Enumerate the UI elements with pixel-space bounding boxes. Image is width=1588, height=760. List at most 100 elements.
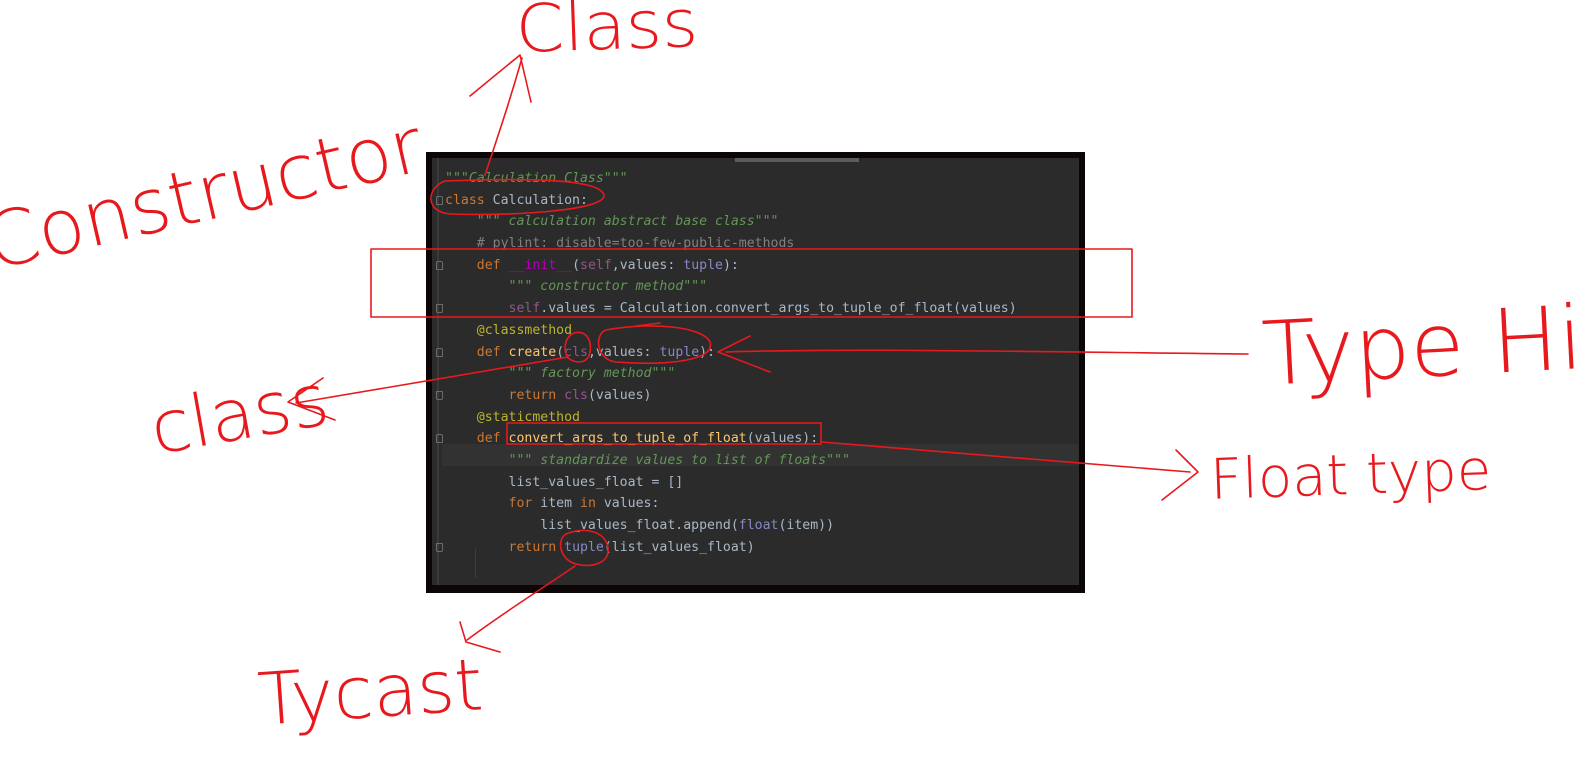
self-keyword: self <box>508 301 541 317</box>
fold-open-icon[interactable] <box>436 434 443 444</box>
call: list_values_float.append( <box>540 518 739 533</box>
code-line-6: """ constructor method""" <box>445 276 1017 298</box>
code-line-10: """ factory method""" <box>445 363 1017 385</box>
code-line-4: # pylint: disable=too-few-public-methods <box>445 233 1017 255</box>
code-line-18: return tuple(list_values_float) <box>436 537 1017 559</box>
fold-open-icon[interactable] <box>436 347 443 357</box>
docstring: """ constructor method""" <box>508 279 708 295</box>
keyword: in <box>580 496 596 512</box>
annotation-class-left: class <box>144 357 335 471</box>
statement: .values = Calculation.convert_args_to_tu… <box>540 301 1017 317</box>
function-name: create <box>508 344 557 360</box>
annotation-typecast: Tycast <box>255 642 486 742</box>
function-name: __init__ <box>508 257 573 273</box>
code-line-13: def convert_args_to_tuple_of_float(value… <box>436 428 1017 450</box>
annotation-class-top: Class <box>514 0 700 69</box>
code-line-2: class Calculation: <box>436 190 1017 212</box>
call-args: (item)) <box>778 518 835 533</box>
code-line-7: self.values = Calculation.convert_args_t… <box>436 298 1017 320</box>
code-line-15: list_values_float = [] <box>445 472 1017 494</box>
editor-pane: """Calculation Class""" class Calculatio… <box>432 158 1079 585</box>
params: (values): <box>746 431 819 447</box>
keyword: def <box>476 257 501 273</box>
cls-param: cls <box>564 344 588 360</box>
type-hint: tuple <box>659 344 700 360</box>
class-name: Calculation: <box>484 192 588 208</box>
type-hint: tuple <box>683 257 723 273</box>
keyword: for <box>508 496 533 512</box>
call-args: (values) <box>587 387 652 403</box>
fold-open-icon[interactable] <box>436 260 443 270</box>
code-line-3: """ calculation abstract base class""" <box>445 211 1017 233</box>
code-line-16: for item in values: <box>445 493 1017 515</box>
annotation-float-type: Float type <box>1208 438 1493 513</box>
arrowhead-float-type <box>1161 449 1199 501</box>
code-line-9: def create(cls,values: tuple): <box>436 342 1017 364</box>
docstring: """Calculation Class""" <box>445 171 628 186</box>
paren: ): <box>722 257 739 273</box>
code-line-11: return cls(values) <box>436 385 1017 407</box>
keyword: return <box>508 387 557 403</box>
docstring: """ factory method""" <box>508 366 676 382</box>
code-editor: """Calculation Class""" class Calculatio… <box>426 152 1085 593</box>
builtin-name: float <box>738 518 779 533</box>
keyword: class <box>445 192 485 208</box>
keyword: return <box>508 539 557 555</box>
comment: # pylint: disable=too-few-public-methods <box>476 236 795 252</box>
code-line-12: @staticmethod <box>445 407 1017 429</box>
code-line-8: @classmethod <box>445 320 1017 342</box>
gutter-divider <box>437 158 439 585</box>
docstring: """ calculation abstract base class""" <box>476 214 779 230</box>
paren: ( <box>556 344 565 360</box>
params: ,values: <box>611 257 684 273</box>
fold-close-icon[interactable] <box>436 542 443 552</box>
paren: ( <box>572 257 581 273</box>
docstring: """ standardize values to list of floats… <box>508 452 850 468</box>
fold-close-icon[interactable] <box>436 304 443 314</box>
function-name: convert_args_to_tuple_of_float <box>508 431 747 447</box>
annotation-constructor: Constructor <box>0 100 431 288</box>
builtin-name: tuple <box>564 539 604 555</box>
call-args: (list_values_float) <box>603 539 755 555</box>
code-line-14: """ standardize values to list of floats… <box>445 450 1017 472</box>
loop-var: item <box>532 496 580 512</box>
paren: ): <box>699 344 716 360</box>
self-param: self <box>580 257 612 273</box>
iterable: values: <box>595 496 660 512</box>
horizontal-scrollbar-thumb[interactable] <box>735 158 859 162</box>
code-text[interactable]: """Calculation Class""" class Calculatio… <box>436 168 1017 559</box>
cls-keyword: cls <box>564 387 588 403</box>
decorator: @classmethod <box>476 322 573 338</box>
code-line-17: list_values_float.append(float(item)) <box>445 515 1017 537</box>
code-line-1: """Calculation Class""" <box>445 168 1017 190</box>
code-line-5: def __init__(self,values: tuple): <box>436 255 1017 277</box>
annotation-type-hint: Type Hint <box>1259 281 1588 406</box>
fold-open-icon[interactable] <box>436 195 443 205</box>
decorator: @staticmethod <box>476 409 580 425</box>
params: ,values: <box>587 344 660 360</box>
fold-close-icon[interactable] <box>436 390 443 400</box>
keyword: def <box>476 344 501 360</box>
statement: list_values_float = [] <box>508 474 684 490</box>
keyword: def <box>476 431 501 447</box>
